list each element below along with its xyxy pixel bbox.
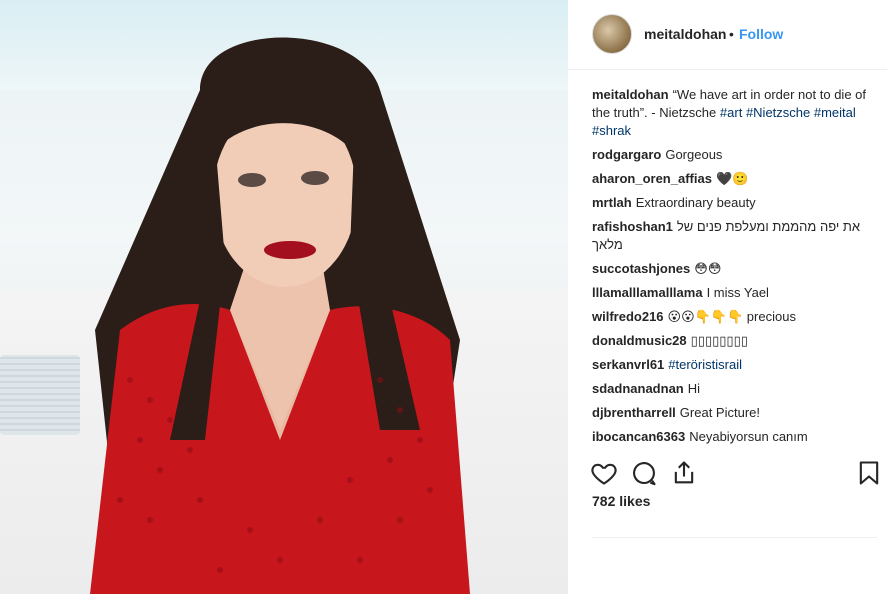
- caption: meitaldohan “We have art in order not to …: [592, 86, 877, 140]
- comment-row: mrtlah Extraordinary beauty: [592, 194, 877, 212]
- comment-username[interactable]: sdadnanadnan: [592, 381, 684, 396]
- comment-username[interactable]: wilfredo216: [592, 309, 664, 324]
- comment-username[interactable]: rafishoshan1: [592, 219, 673, 234]
- comment-text: Gorgeous: [665, 147, 723, 162]
- comment-username[interactable]: mrtlah: [592, 195, 632, 210]
- comment-text: Great Picture!: [679, 405, 760, 420]
- comment-row: rafishoshan1 את יפה מהממת ומעלפת פנים של …: [592, 218, 877, 254]
- caption-username[interactable]: meitaldohan: [592, 87, 669, 102]
- divider: [592, 537, 877, 538]
- heart-icon[interactable]: [590, 459, 618, 487]
- avatar[interactable]: [592, 14, 632, 54]
- photo-illustration: [90, 37, 470, 594]
- comment-text: Extraordinary beauty: [635, 195, 756, 210]
- hashtag[interactable]: #meital: [814, 105, 856, 120]
- comment-text: 😮😮👇👇👇 precious: [667, 309, 796, 324]
- header-username[interactable]: meitaldohan: [644, 26, 726, 42]
- comment-row: succotashjones 😳😳: [592, 260, 877, 278]
- comment-row: djbrentharrell Great Picture!: [592, 404, 877, 422]
- hashtag[interactable]: #shrak: [592, 123, 631, 138]
- comment-row: aharon_oren_affias 🖤🙂: [592, 170, 877, 188]
- comment-text: Neyabiyorsun canım: [689, 429, 808, 444]
- comment-row: donaldmusic28 ▯▯▯▯▯▯▯▯: [592, 332, 877, 350]
- comment-row: wilfredo216 😮😮👇👇👇 precious: [592, 308, 877, 326]
- comments-list: meitaldohan “We have art in order not to …: [592, 86, 877, 452]
- action-bar: [568, 447, 887, 499]
- comment-username[interactable]: lllamalllamalllama: [592, 285, 703, 300]
- header-separator: •: [729, 26, 734, 42]
- comment-row: ibocancan6363 Neyabiyorsun canım: [592, 428, 877, 446]
- comment-row: sdadnanadnan Hi: [592, 380, 877, 398]
- comment-username[interactable]: succotashjones: [592, 261, 690, 276]
- comment-username[interactable]: rodgargaro: [592, 147, 661, 162]
- comment-text: ▯▯▯▯▯▯▯▯: [690, 333, 748, 348]
- comment-username[interactable]: djbrentharrell: [592, 405, 676, 420]
- hashtag[interactable]: #art: [720, 105, 742, 120]
- comment-icon[interactable]: [630, 459, 658, 487]
- comment-row: lllamalllamalllama I miss Yael: [592, 284, 877, 302]
- comment-username[interactable]: serkanvrl61: [592, 357, 664, 372]
- comment-text: 😳😳: [694, 261, 722, 276]
- post-photo[interactable]: [0, 0, 568, 594]
- post-header: meitaldohan • Follow: [568, 0, 887, 70]
- comment-text: I miss Yael: [706, 285, 769, 300]
- share-icon[interactable]: [670, 459, 698, 487]
- comment-username[interactable]: aharon_oren_affias: [592, 171, 712, 186]
- likes-count[interactable]: 782 likes: [592, 493, 650, 509]
- post-sidebar: meitaldohan • Follow meitaldohan “We have…: [568, 0, 887, 594]
- comment-text: Hi: [687, 381, 701, 396]
- comment-hashtag[interactable]: #teröristisrail: [668, 357, 742, 372]
- comment-username[interactable]: donaldmusic28: [592, 333, 687, 348]
- bookmark-icon[interactable]: [855, 459, 883, 487]
- hashtag[interactable]: #Nietzsche: [746, 105, 810, 120]
- comment-username[interactable]: ibocancan6363: [592, 429, 685, 444]
- comment-row: rodgargaro Gorgeous: [592, 146, 877, 164]
- follow-button[interactable]: Follow: [739, 26, 783, 42]
- comment-row: serkanvrl61 #teröristisrail: [592, 356, 877, 374]
- comment-text: 🖤🙂: [715, 171, 749, 186]
